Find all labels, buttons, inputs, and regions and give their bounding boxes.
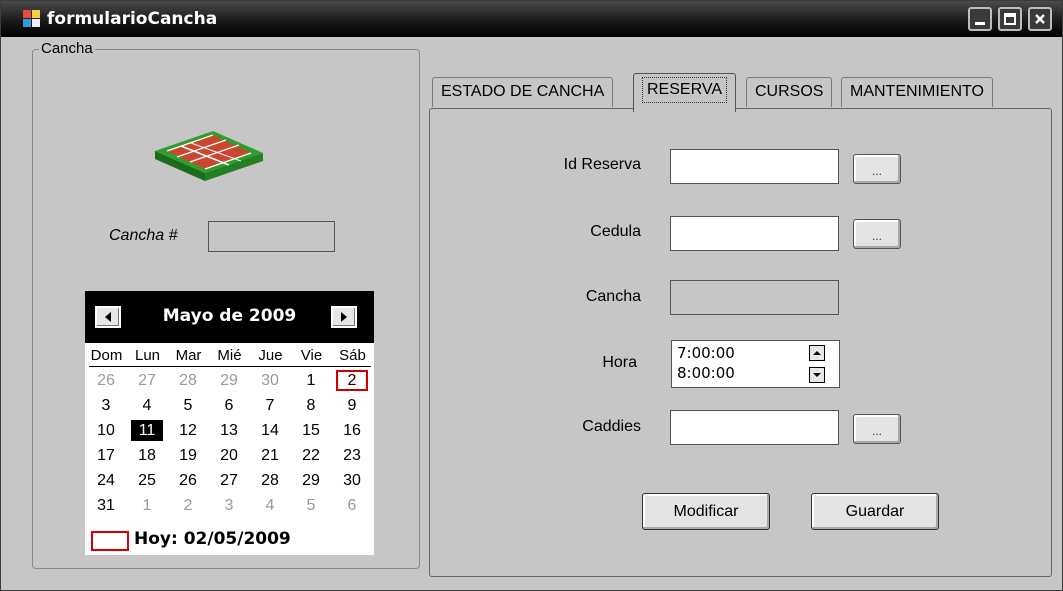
calendar-day[interactable]: 4 [131, 395, 163, 416]
caddies-label: Caddies [582, 418, 641, 435]
calendar-day[interactable]: 11 [131, 420, 163, 441]
calendar-day[interactable]: 28 [172, 370, 204, 391]
calendar-weekday: Sáb [339, 347, 366, 364]
calendar-day[interactable]: 23 [336, 445, 368, 466]
groupbox-legend: Cancha [39, 40, 95, 57]
id-reserva-browse-button[interactable]: ... [853, 154, 901, 184]
calendar-weekday-row: Dom Lun Mar Mié Jue Vie Sáb [85, 347, 374, 367]
calendar-day[interactable]: 1 [295, 370, 327, 391]
calendar-divider [89, 366, 371, 367]
calendar-day[interactable]: 24 [90, 470, 122, 491]
calendar-day[interactable]: 27 [131, 370, 163, 391]
hora-label: Hora [602, 354, 637, 371]
calendar-day[interactable]: 28 [254, 470, 286, 491]
calendar-day[interactable]: 2 [336, 370, 368, 391]
guardar-button[interactable]: Guardar [811, 493, 939, 530]
maximize-icon [1004, 13, 1016, 25]
calendar-day[interactable]: 2 [172, 495, 204, 516]
cedula-field[interactable] [670, 216, 839, 251]
calendar-day[interactable]: 4 [254, 495, 286, 516]
minimize-button[interactable] [968, 7, 992, 31]
calendar-day[interactable]: 26 [172, 470, 204, 491]
calendar-weekday: Lun [134, 347, 161, 364]
tab-reserva[interactable]: RESERVA [633, 73, 736, 112]
window-title: formularioCancha [47, 9, 218, 29]
today-label[interactable]: Hoy: 02/05/2009 [134, 529, 291, 549]
caddies-field[interactable] [670, 410, 839, 445]
calendar-header: Mayo de 2009 [85, 291, 374, 343]
scroll-up-button[interactable] [809, 345, 825, 361]
arrow-up-icon [813, 351, 821, 355]
hora-option[interactable]: 8:00:00 [677, 364, 735, 382]
calendar-day[interactable]: 22 [295, 445, 327, 466]
month-calendar[interactable]: Mayo de 2009 Dom Lun Mar Mié Jue Vie Sáb 26 27 2… [85, 291, 374, 555]
close-icon [1035, 14, 1045, 24]
calendar-day[interactable]: 7 [254, 395, 286, 416]
calendar-day[interactable]: 6 [213, 395, 245, 416]
calendar-day[interactable]: 29 [213, 370, 245, 391]
calendar-weekday: Mié [217, 347, 242, 364]
calendar-day[interactable]: 31 [90, 495, 122, 516]
app-icon [23, 10, 41, 28]
minimize-icon [975, 22, 985, 25]
calendar-day[interactable]: 18 [131, 445, 163, 466]
tab-reserva-label: RESERVA [642, 77, 727, 103]
tab-mantenimiento[interactable]: MANTENIMIENTO [841, 77, 993, 107]
calendar-weekday: Dom [90, 347, 123, 364]
arrow-down-icon [813, 373, 821, 377]
calendar-day[interactable]: 8 [295, 395, 327, 416]
modificar-button[interactable]: Modificar [642, 493, 770, 530]
cedula-browse-button[interactable]: ... [853, 219, 901, 249]
cancha-field [670, 280, 839, 315]
hora-listbox[interactable]: 7:00:00 8:00:00 [671, 340, 840, 388]
calendar-day[interactable]: 14 [254, 420, 286, 441]
calendar-day[interactable]: 3 [213, 495, 245, 516]
calendar-day[interactable]: 12 [172, 420, 204, 441]
calendar-day[interactable]: 3 [90, 395, 122, 416]
calendar-day[interactable]: 13 [213, 420, 245, 441]
calendar-day[interactable]: 26 [90, 370, 122, 391]
calendar-day[interactable]: 30 [336, 470, 368, 491]
id-reserva-label: Id Reserva [563, 156, 641, 173]
calendar-day[interactable]: 5 [295, 495, 327, 516]
calendar-day[interactable]: 5 [172, 395, 204, 416]
calendar-weekday: Jue [258, 347, 283, 364]
calendar-day[interactable]: 16 [336, 420, 368, 441]
title-bar[interactable]: formularioCancha [1, 1, 1062, 37]
close-button[interactable] [1028, 7, 1052, 31]
calendar-day[interactable]: 30 [254, 370, 286, 391]
calendar-day[interactable]: 21 [254, 445, 286, 466]
calendar-day[interactable]: 20 [213, 445, 245, 466]
id-reserva-field[interactable] [670, 149, 839, 184]
calendar-day[interactable]: 15 [295, 420, 327, 441]
calendar-day[interactable]: 29 [295, 470, 327, 491]
tab-estado-de-cancha[interactable]: ESTADO DE CANCHA [432, 77, 614, 107]
calendar-day[interactable]: 27 [213, 470, 245, 491]
calendar-day[interactable]: 10 [90, 420, 122, 441]
arrow-right-icon [341, 312, 347, 322]
calendar-day[interactable]: 19 [172, 445, 204, 466]
cedula-label: Cedula [590, 223, 641, 240]
today-marker [91, 531, 129, 551]
scroll-down-button[interactable] [809, 367, 825, 383]
cancha-number-label: Cancha # [109, 227, 178, 244]
calendar-weekday: Mar [175, 347, 202, 364]
next-month-button[interactable] [331, 306, 357, 328]
cancha-label: Cancha [585, 288, 641, 305]
caddies-browse-button[interactable]: ... [853, 414, 901, 444]
hora-option[interactable]: 7:00:00 [677, 344, 735, 362]
calendar-day[interactable]: 25 [131, 470, 163, 491]
tab-cursos[interactable]: CURSOS [746, 77, 833, 107]
main-window: formularioCancha Cancha Cancha # Mayo de… [0, 0, 1063, 591]
calendar-day[interactable]: 1 [131, 495, 163, 516]
maximize-button[interactable] [998, 7, 1022, 31]
cancha-number-field[interactable] [208, 221, 335, 252]
calendar-day[interactable]: 6 [336, 495, 368, 516]
calendar-day[interactable]: 9 [336, 395, 368, 416]
calendar-day[interactable]: 17 [90, 445, 122, 466]
tennis-court-icon [155, 131, 263, 181]
calendar-weekday: Vie [300, 347, 323, 364]
